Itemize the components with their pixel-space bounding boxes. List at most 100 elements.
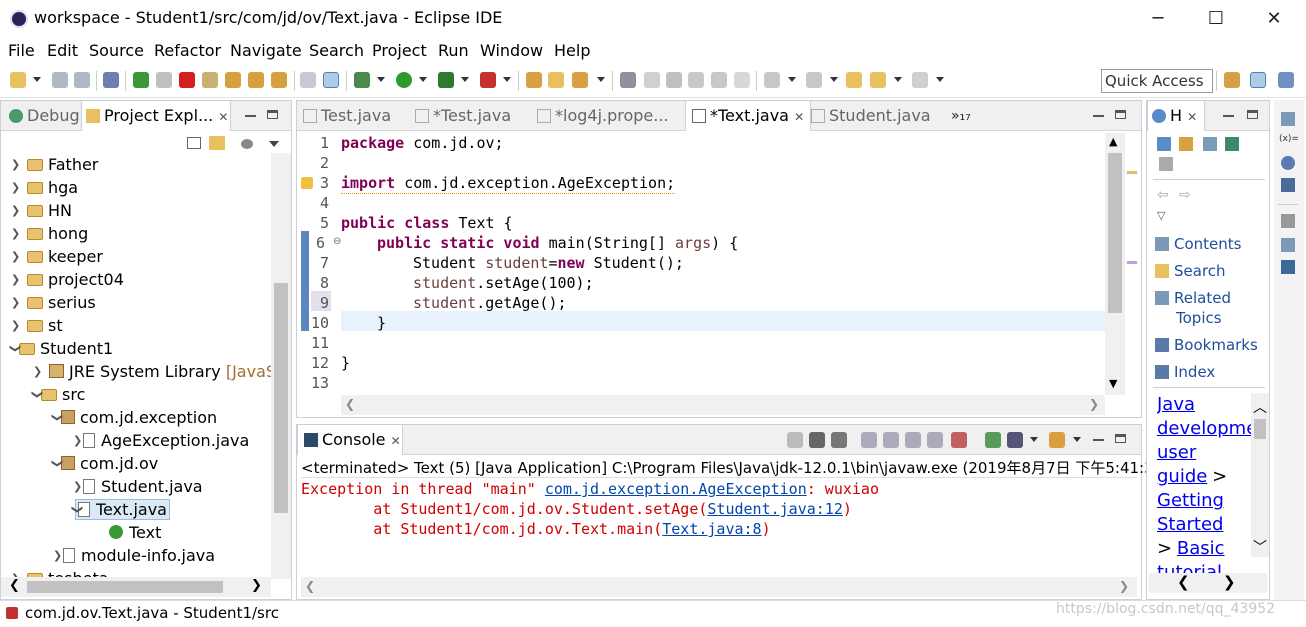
scroll-right-icon[interactable]: ❯ (251, 578, 262, 593)
remove-launch-icon[interactable] (809, 432, 825, 448)
show-on-stderr-icon[interactable] (951, 432, 967, 448)
java-perspective-icon[interactable] (1278, 72, 1294, 88)
menu-refactor[interactable]: Refactor (154, 41, 221, 60)
scroll-left-icon[interactable]: ❮ (9, 578, 20, 593)
coverage-icon[interactable] (438, 72, 454, 88)
terminate-console-icon[interactable] (787, 432, 803, 448)
tab-test-java-dirty[interactable]: *Test.java (415, 101, 511, 131)
tab-text-java[interactable]: *Text.java ✕ (685, 101, 812, 131)
help-menu-dropdown-icon[interactable]: ▽ (1157, 209, 1165, 222)
help-link[interactable]: Basic (1177, 538, 1225, 559)
help-link[interactable]: Getting (1157, 490, 1224, 511)
close-tab-icon[interactable]: ✕ (1187, 110, 1197, 124)
tree-item-ageexception[interactable]: ❯ AgeException.java (73, 429, 249, 452)
code-line-8[interactable]: student.setAge(100); (413, 273, 594, 293)
help-link[interactable]: Java (1157, 394, 1195, 415)
editor-vertical-scrollbar[interactable]: ▲ ▼ (1105, 133, 1125, 395)
tab-overflow[interactable]: »₁₇ (951, 101, 971, 131)
variables-icon[interactable] (1281, 112, 1295, 126)
tree-item-serius[interactable]: ❯ serius (11, 291, 96, 314)
menu-project[interactable]: Project (372, 41, 427, 60)
menu-edit[interactable]: Edit (47, 41, 78, 60)
help-forward-icon[interactable]: ⇨ (1179, 187, 1191, 203)
new-icon[interactable] (10, 72, 26, 88)
scroll-right-icon[interactable]: ❯ (1223, 573, 1236, 591)
quick-access-input[interactable]: Quick Access (1101, 69, 1213, 93)
coverage-dropdown-icon[interactable] (461, 77, 469, 82)
console-horizontal-scrollbar[interactable]: ❮ ❯ (301, 577, 1137, 597)
help-back-icon[interactable]: ⇦ (1157, 187, 1169, 203)
help-search-icon[interactable] (1157, 137, 1171, 151)
maximize-editor-icon[interactable] (1115, 110, 1126, 119)
run-icon[interactable] (396, 72, 412, 88)
minimize-console-icon[interactable] (1093, 439, 1104, 441)
open-console-icon[interactable] (1049, 432, 1065, 448)
code-line-3[interactable]: import com.jd.exception.AgeException; (341, 173, 676, 194)
scroll-left-icon[interactable]: ❮ (1177, 573, 1190, 591)
close-tab-icon[interactable]: ✕ (391, 434, 401, 448)
expressions-view-icon[interactable] (1281, 178, 1295, 192)
disconnect-icon[interactable] (202, 72, 218, 88)
save-icon[interactable] (52, 72, 68, 88)
tree-item-student1[interactable]: ❯ Student1 (9, 337, 113, 360)
step-return-icon[interactable] (271, 72, 287, 88)
close-tab-icon[interactable]: ✕ (218, 110, 228, 124)
code-line-6[interactable]: public static void main(String[] args) { (377, 233, 738, 253)
toggle-mark-occurrences-icon[interactable] (620, 72, 636, 88)
back-icon[interactable] (870, 72, 886, 88)
scroll-lock-icon[interactable] (883, 432, 899, 448)
tab-console[interactable]: Console ✕ (297, 425, 403, 455)
help-print-icon[interactable] (1203, 137, 1217, 151)
debug-dropdown-icon[interactable] (377, 77, 385, 82)
open-console-dropdown-icon[interactable] (1073, 437, 1081, 442)
outline-icon[interactable] (1281, 214, 1295, 228)
maximize-button[interactable]: ☐ (1194, 4, 1238, 34)
tree-item-text-java[interactable]: ❯ Text.java (71, 498, 170, 521)
minimize-help-icon[interactable] (1223, 115, 1234, 117)
remove-all-terminated-icon[interactable] (831, 432, 847, 448)
show-on-stdout-icon[interactable] (927, 432, 943, 448)
scroll-thumb[interactable] (27, 581, 223, 593)
tab-help[interactable]: H ✕ (1147, 101, 1205, 131)
tree-item-hga[interactable]: ❯ hga (11, 176, 78, 199)
menu-navigate[interactable]: Navigate (230, 41, 302, 60)
tree-item-module-info[interactable]: ❯ module-info.java (53, 544, 215, 567)
tree-item-project04[interactable]: ❯ project04 (11, 268, 124, 291)
step-into-icon[interactable] (225, 72, 241, 88)
help-topics-label[interactable]: Topics (1176, 309, 1222, 327)
scroll-up-icon[interactable]: ︿ (1253, 397, 1267, 417)
tree-horizontal-scrollbar[interactable]: ❮ ❯ (1, 577, 271, 597)
minimize-button[interactable]: ─ (1136, 4, 1180, 34)
code-line-10[interactable]: } (377, 313, 386, 333)
external-tools-dropdown-icon[interactable] (503, 77, 511, 82)
scroll-thumb[interactable] (274, 283, 288, 513)
help-link[interactable]: user (1157, 442, 1196, 463)
scroll-down-icon[interactable]: ﹀ (1253, 537, 1267, 557)
previous-annotation-icon[interactable] (806, 72, 822, 88)
stacktrace-link[interactable]: Student.java:12 (707, 500, 842, 518)
minimize-editor-icon[interactable] (1093, 115, 1104, 117)
tab-student-java[interactable]: Student.java (811, 101, 931, 131)
close-button[interactable]: ✕ (1252, 4, 1296, 34)
help-sync-icon[interactable] (1225, 137, 1239, 151)
menu-file[interactable]: File (8, 41, 35, 60)
help-link[interactable]: Started (1157, 514, 1223, 535)
expressions-icon[interactable]: (x)= (1279, 134, 1299, 144)
tree-vertical-scrollbar[interactable] (271, 153, 291, 579)
stacktrace-link[interactable]: Text.java:8 (662, 520, 761, 538)
code-line-5[interactable]: public class Text { (341, 213, 513, 233)
terminate-icon[interactable] (179, 72, 195, 88)
display-console-dropdown-icon[interactable] (1030, 437, 1038, 442)
previous-annotation-dropdown-icon[interactable] (830, 77, 838, 82)
help-link[interactable]: developme (1157, 418, 1251, 439)
last-edit-location-icon[interactable] (846, 72, 862, 88)
open-perspective-icon[interactable] (1224, 72, 1240, 88)
task-dropdown-icon[interactable] (597, 77, 605, 82)
menu-run[interactable]: Run (438, 41, 469, 60)
help-vertical-scrollbar[interactable]: ︿ ﹀ (1251, 393, 1269, 557)
help-horizontal-scrollbar[interactable]: ❮ ❯ (1149, 573, 1267, 593)
editor-horizontal-scrollbar[interactable]: ❮ ❯ (341, 395, 1105, 415)
scroll-right-icon[interactable]: ❯ (1119, 579, 1129, 593)
debug-icon[interactable] (354, 72, 370, 88)
pin-console-icon[interactable] (985, 432, 1001, 448)
